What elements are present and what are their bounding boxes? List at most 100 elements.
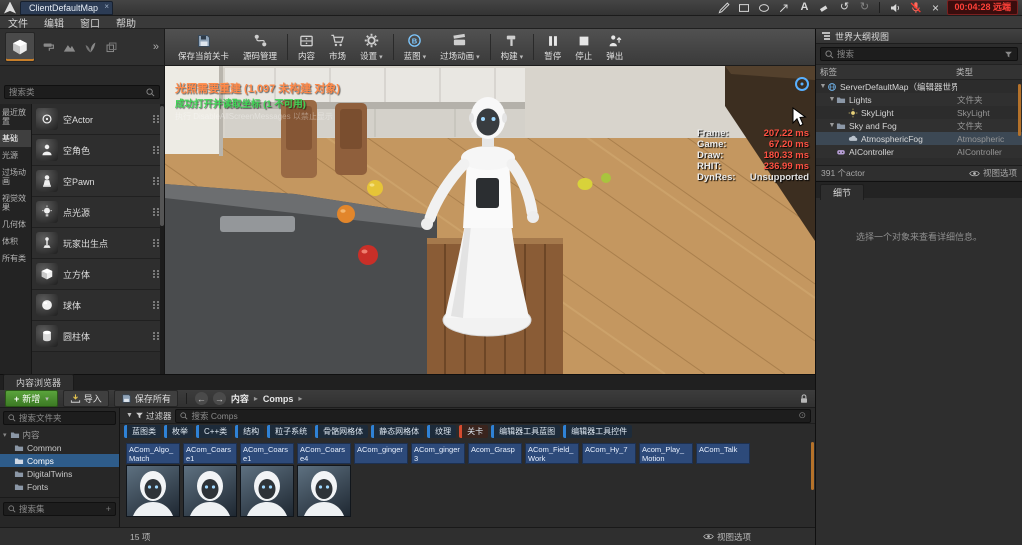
menu-help[interactable]: 帮助 [108,15,144,30]
chip-enum[interactable]: 枚举 [164,425,193,438]
stop-button[interactable]: 停止 [568,30,599,64]
grip-icon[interactable] [153,177,160,186]
content-browser-tab[interactable]: 内容浏览器 [3,374,74,390]
outliner-row-world[interactable]: ▼ ServerDefaultMap（编辑器世界） [816,80,1022,93]
place-mode-button[interactable] [5,32,35,62]
save-search-icon[interactable]: ⊙ [798,410,806,421]
landscape-mode-icon[interactable] [61,36,77,58]
grip-icon[interactable] [153,332,160,341]
outliner-scrollbar[interactable] [1018,84,1021,136]
lock-icon[interactable] [798,393,810,405]
tab-close-icon[interactable]: × [104,2,109,11]
menu-window[interactable]: 窗口 [72,15,108,30]
place-item-sphere[interactable]: 球体 [32,290,164,321]
chip-struct[interactable]: 结构 [235,425,264,438]
grip-icon[interactable] [153,146,160,155]
asset-tile[interactable]: ACom_Coarse4 [297,443,351,527]
asset-tile[interactable]: ACom_Hy_7 [582,443,636,527]
asset-search-input[interactable]: 搜索 Comps ⊙ [175,409,811,423]
outliner-row-skylight[interactable]: SkyLight SkyLight [816,106,1022,119]
chip-blueprint[interactable]: 蓝图类 [124,425,161,438]
details-tab[interactable]: 细节 [820,184,864,200]
asset-tile[interactable]: ACom_Algo_Match [126,443,180,527]
outliner-row-skyfog-folder[interactable]: ▼ Sky and Fog 文件夹 [816,119,1022,132]
session-timer-badge[interactable]: 00:04:28 远端 [947,0,1018,15]
marketplace-button[interactable]: 市场 [322,30,353,64]
content-button[interactable]: 内容 [291,30,322,64]
asset-tile[interactable]: ACom_ginger [354,443,408,527]
chip-skeletal-mesh[interactable]: 骨骼网格体 [315,425,368,438]
chip-static-mesh[interactable]: 静态网格体 [371,425,424,438]
category-lights[interactable]: 光源 [0,147,31,164]
category-all-classes[interactable]: 所有类 [0,250,31,267]
add-new-button[interactable]: +新增▾ [5,390,58,407]
modes-overflow-icon[interactable]: » [153,41,159,53]
text-tool-icon[interactable]: A [796,1,812,15]
place-item-empty-character[interactable]: 空角色 [32,135,164,166]
category-basic[interactable]: 基础 [0,130,31,147]
cinematics-button[interactable]: 过场动画▾ [433,30,487,64]
save-level-button[interactable]: 保存当前关卡 [171,30,236,64]
chip-level[interactable]: 关卡 [459,425,488,438]
eject-button[interactable]: 弹出 [599,30,630,64]
geometry-mode-icon[interactable] [103,36,119,58]
map-tab[interactable]: ClientDefaultMap × [20,1,113,15]
save-all-button[interactable]: 保存所有 [114,390,178,407]
asset-tile[interactable]: Acom_Grasp [468,443,522,527]
blueprints-button[interactable]: B 蓝图▾ [397,30,434,64]
redo-icon[interactable]: ↻ [856,1,872,15]
outliner-row-aicontroller[interactable]: AIController AIController [816,145,1022,158]
level-viewport[interactable]: 光照需要重建 (1,097 未构建 对象) 成功打开并读取坐标 (1 不可用) … [165,66,815,374]
folder-common[interactable]: Common [0,441,119,454]
foliage-mode-icon[interactable] [82,36,98,58]
close-window-icon[interactable]: × [927,1,943,15]
grip-icon[interactable] [153,115,160,124]
chip-texture[interactable]: 纹理 [427,425,456,438]
category-volumes[interactable]: 体积 [0,233,31,250]
place-item-empty-actor[interactable]: 空Actor [32,104,164,135]
outliner-search-input[interactable]: 搜索 [820,47,1018,61]
column-label[interactable]: 标签 [820,66,956,78]
forward-icon[interactable]: → [213,392,226,405]
folder-comps[interactable]: Comps [0,454,119,467]
asset-tile[interactable]: ACom_Coarse1 [240,443,294,527]
breadcrumb-current[interactable]: Comps [263,394,294,404]
add-collection-icon[interactable]: + [106,504,111,514]
place-item-cube[interactable]: 立方体 [32,259,164,290]
outliner-row-lights[interactable]: ▼ Lights 文件夹 [816,93,1022,106]
filter-funnel-icon[interactable] [1004,50,1013,59]
ellipse-tool-icon[interactable] [756,1,772,15]
import-button[interactable]: 导入 [63,390,109,407]
chip-particles[interactable]: 粒子系统 [267,425,312,438]
grip-icon[interactable] [153,208,160,217]
asset-scrollbar[interactable] [811,442,814,490]
source-control-button[interactable]: 源码管理 [236,30,284,64]
chip-editor-utility-widget[interactable]: 编辑器工具控件 [563,425,632,438]
asset-tile[interactable]: Acom_Play_Motion [639,443,693,527]
outliner-columns[interactable]: 标签 类型 [816,64,1022,80]
cb-view-options[interactable]: 视图选项 [703,531,751,543]
arrow-tool-icon[interactable] [776,1,792,15]
folder-root[interactable]: ▾ 内容 [0,428,119,441]
folder-search-input[interactable]: 搜索文件夹 [3,411,116,425]
place-item-player-start[interactable]: 玩家出生点 [32,228,164,259]
microphone-muted-icon[interactable] [907,1,923,15]
speaker-icon[interactable] [887,1,903,15]
build-button[interactable]: 构建▾ [494,30,531,64]
column-type[interactable]: 类型 [956,66,1018,78]
place-scrollbar[interactable] [160,104,164,374]
asset-tile[interactable]: ACom_Field_Work [525,443,579,527]
grip-icon[interactable] [153,270,160,279]
place-item-point-light[interactable]: 点光源 [32,197,164,228]
asset-tile[interactable]: ACom_Talk [696,443,750,527]
filters-dropdown[interactable]: ▼ 过滤器 [124,410,171,422]
place-item-empty-pawn[interactable]: 空Pawn [32,166,164,197]
grip-icon[interactable] [153,239,160,248]
eraser-tool-icon[interactable] [816,1,832,15]
folder-fonts[interactable]: Fonts [0,480,119,493]
place-item-cylinder[interactable]: 圆柱体 [32,321,164,352]
category-cinematic[interactable]: 过场动画 [0,164,31,190]
undo-icon[interactable]: ↺ [836,1,852,15]
asset-tile[interactable]: ACom_Coarse1 [183,443,237,527]
settings-button[interactable]: 设置▾ [353,30,390,64]
